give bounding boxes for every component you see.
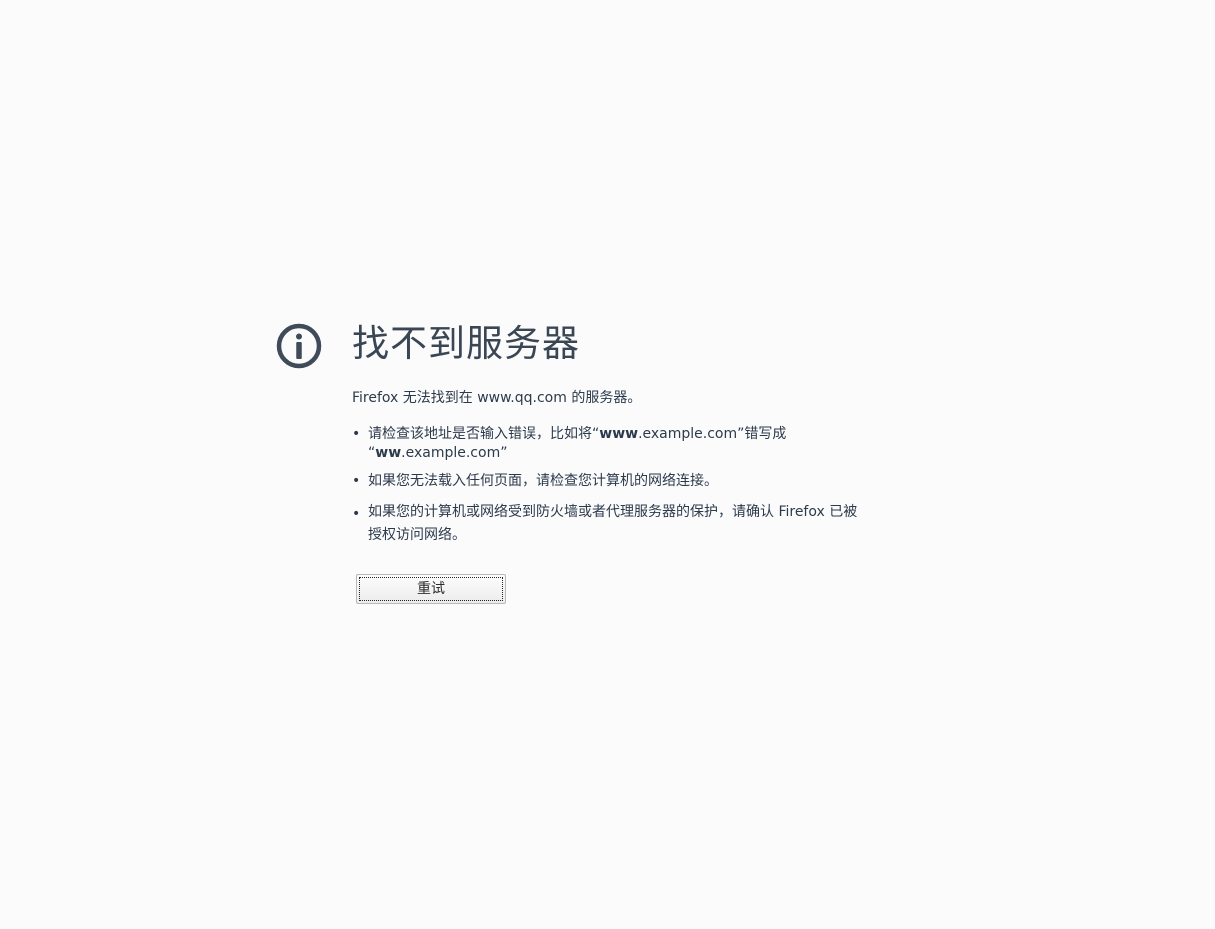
hint-item-typo: • 请检查该地址是否输入错误，比如将“www.example.com”错写成 “…	[352, 425, 808, 463]
bullet: •	[352, 426, 361, 442]
hint-list: • 请检查该地址是否输入错误，比如将“www.example.com”错写成 “…	[352, 425, 872, 547]
hint-text: 如果您无法载入任何页面，请检查您计算机的网络连接。	[368, 473, 718, 489]
bullet: •	[352, 473, 361, 489]
retry-button[interactable]: 重试	[356, 574, 506, 604]
hint-bold-www: www	[599, 426, 639, 442]
hint-text-part: 请检查该地址是否输入错误，比如将“	[368, 426, 600, 442]
error-content: 找不到服务器 Firefox 无法找到在 www.qq.com 的服务器。 • …	[352, 318, 872, 604]
hint-item-firewall: • 如果您的计算机或网络受到防火墙或者代理服务器的保护，请确认 Firefox …	[352, 501, 868, 547]
info-icon	[276, 323, 322, 369]
error-description: Firefox 无法找到在 www.qq.com 的服务器。	[352, 390, 642, 406]
hint-item-network: • 如果您无法载入任何页面，请检查您计算机的网络连接。	[352, 472, 872, 491]
retry-button-label: 重试	[359, 577, 503, 601]
bullet: •	[352, 506, 361, 522]
hint-bold-ww: ww	[375, 445, 402, 461]
hint-text: 如果您的计算机或网络受到防火墙或者代理服务器的保护，请确认 Firefox 已被…	[368, 504, 858, 543]
hint-text-part: .example.com”	[401, 445, 508, 461]
page-title: 找不到服务器	[352, 322, 580, 365]
